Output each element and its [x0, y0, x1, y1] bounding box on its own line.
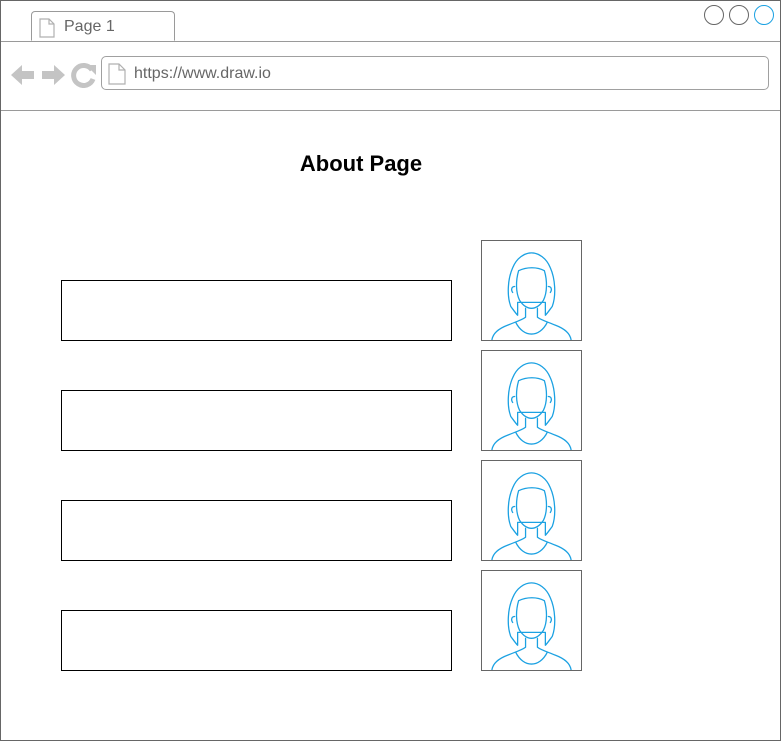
url-text: https://www.draw.io: [134, 65, 271, 82]
navigation-bar: https://www.draw.io: [1, 42, 780, 111]
text-box-1[interactable]: [61, 280, 452, 341]
close-button[interactable]: [754, 5, 774, 25]
avatar-2: [481, 350, 582, 451]
text-box-4[interactable]: [61, 610, 452, 671]
tab-strip: Page 1: [1, 1, 780, 42]
document-icon: [39, 18, 55, 38]
reload-icon[interactable]: [71, 62, 97, 88]
avatar-3: [481, 460, 582, 561]
window-controls: [704, 5, 778, 27]
avatar-1: [481, 240, 582, 341]
female-avatar-icon: [491, 362, 572, 450]
back-arrow-icon[interactable]: [10, 62, 36, 88]
female-avatar-icon: [491, 582, 572, 670]
page-title: About Page: [299, 151, 423, 176]
maximize-button[interactable]: [729, 5, 749, 25]
forward-arrow-icon[interactable]: [40, 62, 66, 88]
text-box-2[interactable]: [61, 390, 452, 451]
page-icon: [108, 63, 126, 85]
minimize-button[interactable]: [704, 5, 724, 25]
browser-window: Page 1 https://www.draw.io About Page: [0, 0, 781, 741]
female-avatar-icon: [491, 472, 572, 560]
female-avatar-icon: [491, 252, 572, 340]
url-bar[interactable]: https://www.draw.io: [101, 56, 769, 90]
avatar-4: [481, 570, 582, 671]
text-box-3[interactable]: [61, 500, 452, 561]
tab-label: Page 1: [64, 18, 115, 35]
tab-page-1[interactable]: Page 1: [31, 11, 175, 41]
